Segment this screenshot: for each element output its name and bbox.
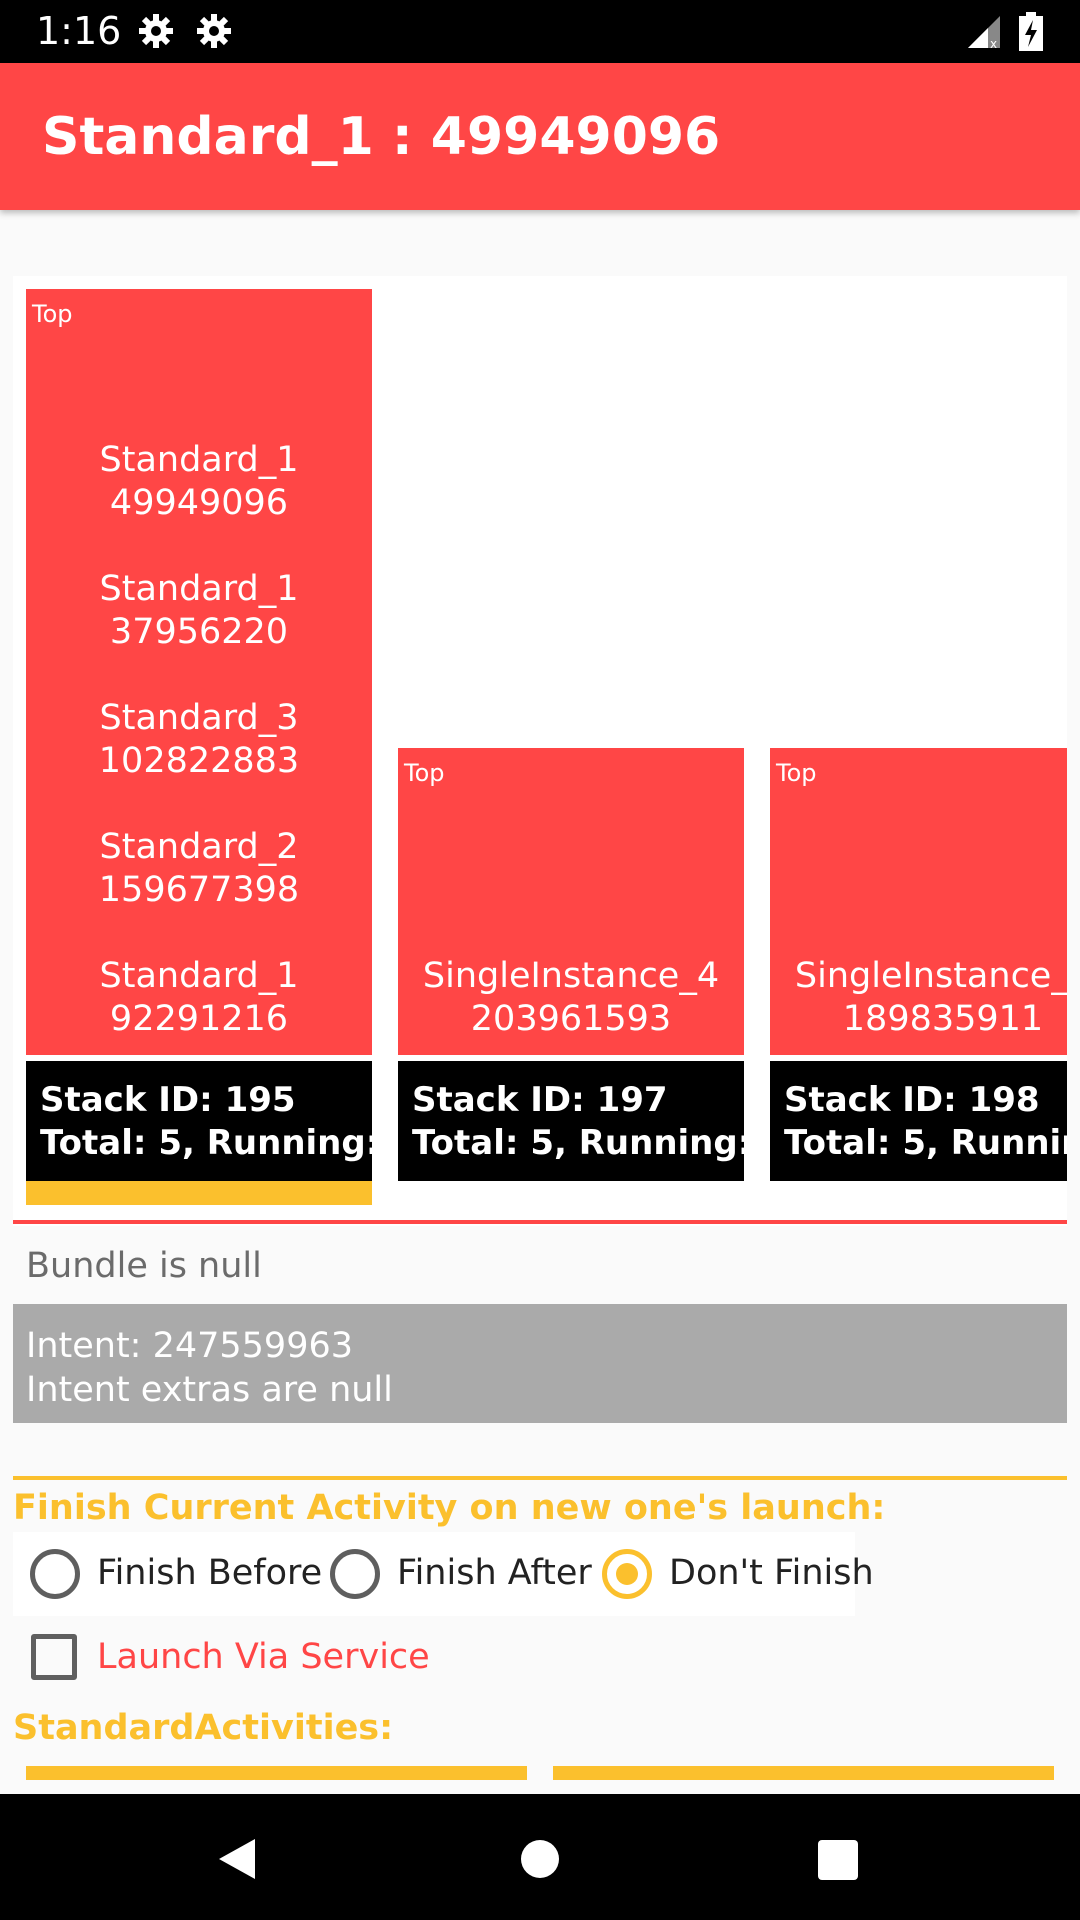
activity-id: 102822883 <box>98 741 300 781</box>
standard-activity-button[interactable] <box>553 1766 1054 1780</box>
settings-gear-icon <box>139 14 173 48</box>
launch-via-service-checkbox[interactable] <box>31 1634 77 1680</box>
radio-unchecked-icon <box>30 1549 80 1599</box>
intent-extras-text: Intent extras are null <box>26 1370 393 1410</box>
stacks-panel[interactable]: Top Standard_1 49949096 Standard_1 37956… <box>13 276 1067 1226</box>
activity-entry[interactable]: Standard_3 102822883 <box>26 697 372 783</box>
finish-section-label: Finish Current Activity on new one's lau… <box>13 1488 886 1528</box>
bundle-status-text: Bundle is null <box>26 1246 262 1286</box>
activity-stack-box: Top SingleInstance_4 203961593 <box>398 748 744 1055</box>
radio-checked-icon <box>602 1549 652 1599</box>
activity-id: 49949096 <box>109 483 289 523</box>
activity-entry[interactable]: Standard_1 49949096 <box>26 439 372 525</box>
activity-stack-box: Top SingleInstance_3 189835911 <box>770 748 1067 1055</box>
activity-name: SingleInstance_3 <box>794 956 1067 996</box>
divider <box>13 1220 1067 1224</box>
activity-entry[interactable]: Standard_2 159677398 <box>26 826 372 912</box>
activity-name: Standard_1 <box>99 956 299 996</box>
launch-via-service-label[interactable]: Launch Via Service <box>97 1634 430 1680</box>
app-bar: Standard_1 : 49949096 <box>0 63 1080 210</box>
top-label: Top <box>776 759 817 787</box>
stack-totals-text: Total: 5, Running: 5 <box>412 1123 744 1163</box>
intent-info-box: Intent: 247559963 Intent extras are null <box>13 1304 1067 1423</box>
current-stack-indicator <box>26 1181 372 1205</box>
status-bar: 1:16 x <box>0 0 1080 63</box>
battery-charging-icon <box>1019 12 1043 51</box>
stack-totals-text: Total: 5, Running: 5 <box>40 1123 372 1163</box>
activity-entry[interactable]: Standard_1 37956220 <box>26 568 372 654</box>
radio-finish-before[interactable]: Finish Before <box>13 1532 322 1616</box>
stack-id-text: Stack ID: 197 <box>412 1080 668 1120</box>
finish-radio-group: Finish Before Finish After Don't Finish <box>13 1532 874 1616</box>
activity-id: 159677398 <box>98 870 300 910</box>
settings-gear-icon <box>197 14 231 48</box>
activity-entry[interactable]: SingleInstance_4 203961593 <box>398 955 744 1041</box>
radio-unchecked-icon <box>330 1549 380 1599</box>
activity-id: 37956220 <box>109 612 289 652</box>
activity-name: SingleInstance_4 <box>422 956 720 996</box>
divider <box>13 1476 1067 1480</box>
activity-name: Standard_2 <box>99 827 299 867</box>
radio-finish-after[interactable]: Finish After <box>313 1532 592 1616</box>
activity-id: 92291216 <box>109 999 289 1039</box>
stack-info: Stack ID: 198 Total: 5, Running: 5 <box>770 1061 1067 1181</box>
status-time: 1:16 <box>36 9 122 53</box>
task-stack-card: Top Standard_1 49949096 Standard_1 37956… <box>26 289 372 1209</box>
activity-entry[interactable]: SingleInstance_3 189835911 <box>770 955 1067 1041</box>
radio-label: Finish Before <box>97 1553 323 1593</box>
page-title: Standard_1 : 49949096 <box>42 107 721 167</box>
home-icon[interactable] <box>521 1840 559 1878</box>
radio-label: Finish After <box>397 1553 592 1593</box>
stack-info: Stack ID: 197 Total: 5, Running: 5 <box>398 1061 744 1181</box>
activity-name: Standard_1 <box>99 569 299 609</box>
activity-entry[interactable]: Standard_1 92291216 <box>26 955 372 1041</box>
stack-id-text: Stack ID: 195 <box>40 1080 296 1120</box>
standard-activities-label: StandardActivities: <box>13 1708 394 1748</box>
activity-name: Standard_1 <box>99 440 299 480</box>
radio-label: Don't Finish <box>669 1553 874 1593</box>
standard-activity-button[interactable] <box>26 1766 527 1780</box>
radio-dont-finish[interactable]: Don't Finish <box>585 1532 874 1616</box>
stack-totals-text: Total: 5, Running: 5 <box>784 1123 1067 1163</box>
task-stack-card: Top SingleInstance_3 189835911 Stack ID:… <box>770 748 1067 1188</box>
navigation-bar <box>0 1794 1080 1920</box>
top-label: Top <box>32 300 73 328</box>
activity-id: 189835911 <box>842 999 1044 1039</box>
top-label: Top <box>404 759 445 787</box>
intent-id-text: Intent: 247559963 <box>26 1326 353 1366</box>
stack-info: Stack ID: 195 Total: 5, Running: 5 <box>26 1061 372 1181</box>
activity-stack-box: Top Standard_1 49949096 Standard_1 37956… <box>26 289 372 1055</box>
activity-id: 203961593 <box>470 999 672 1039</box>
svg-text:x: x <box>990 37 997 50</box>
signal-icon: x <box>968 16 1000 50</box>
recent-apps-icon[interactable] <box>818 1840 858 1880</box>
task-stack-card: Top SingleInstance_4 203961593 Stack ID:… <box>398 748 744 1188</box>
stack-id-text: Stack ID: 198 <box>784 1080 1040 1120</box>
back-icon[interactable] <box>215 1837 259 1881</box>
activity-name: Standard_3 <box>99 698 299 738</box>
